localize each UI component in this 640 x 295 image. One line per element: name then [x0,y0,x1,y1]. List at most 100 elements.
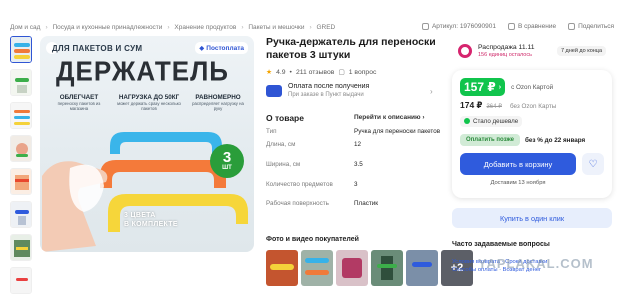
thumbnail[interactable] [10,168,32,195]
article-number[interactable]: Артикул: 1976090901 [421,23,496,30]
regular-price-row: 174 ₽ 364 ₽ без Ozon Карты [460,100,604,111]
pay-later-button[interactable]: Оплатить позже [460,134,520,146]
delivery-date: Доставим 13 ноября [490,180,546,186]
thumbnail[interactable] [10,36,32,63]
rating-sep: • [289,68,292,76]
rating-value: 4.9 [276,68,286,76]
breadcrumb-item[interactable]: Посуда и кухонные принадлежности [52,24,162,31]
cart-row: Добавить в корзину ♡ [460,153,604,175]
customer-photo[interactable] [266,250,298,286]
article-label: Артикул: 1976090901 [431,23,496,30]
customer-photo[interactable] [371,250,403,286]
description-link[interactable]: Перейти к описанию › [354,114,425,121]
ozon-price: 157 ₽ [464,80,496,94]
regular-price: 174 ₽ [460,100,483,110]
feature-title: ОБЛЕГЧАЕТ [59,94,99,101]
postpay-badge: ◆ Постоплата [195,42,248,54]
spec-value: Ручка для переноски пакетов [354,128,441,135]
favorite-button[interactable]: ♡ [582,153,604,175]
share-icon [568,23,576,30]
spec-row: Количество предметов 3 [266,181,446,189]
hero-top-text: ДЛЯ ПАКЕТОВ И СУМ [52,44,143,53]
watermark: YAPLAKAL.COM [478,256,594,271]
copy-icon [421,23,429,30]
badge-label: Постоплата [206,44,244,52]
promo-days: 7 дней до конца [556,46,606,56]
ozon-price-label: с Ozon Картой [511,83,554,91]
payment-option[interactable]: Оплата после получения При заказе в Пунк… [266,83,433,98]
payment-sub: При заказе в Пункт выдачи [288,92,364,98]
down-arrow-icon [464,118,470,124]
pay-later-row: Оплатить позже без % до 22 января [460,134,604,146]
spec-key: Количество предметов [266,180,333,188]
ozon-price-chip[interactable]: 157 ₽ › [460,78,506,96]
thumbnail[interactable] [10,135,32,162]
hero-title: ДЕРЖАТЕЛЬ [56,55,229,87]
old-price: 364 ₽ [486,104,502,110]
thumbnail[interactable] [10,267,32,294]
customer-photo[interactable] [336,250,368,286]
badge-icon: ◆ [199,45,205,52]
spec-row: Ширина, см 3.5 [266,161,446,169]
description-link-label: Перейти к описанию [354,114,421,121]
spec-row: Тип Ручка для переноски пакетов [266,128,446,136]
spec-key: Длина, см [266,140,296,148]
quantity-badge: 3 ШТ [210,144,244,178]
top-actions: Артикул: 1976090901 В сравнение Поделить… [421,23,614,30]
compare-button[interactable]: В сравнение [507,23,556,30]
thumbnail[interactable] [10,234,32,261]
feature-title: РАВНОМЕРНО [195,94,241,101]
breadcrumb-item[interactable]: Пакеты и мешочки [248,24,304,31]
breadcrumb-item[interactable]: Хранение продуктов [174,24,236,31]
buy-one-click-button[interactable]: Купить в один клик [452,208,612,228]
product-title: Ручка-держатель для переноски пакетов 3 … [266,36,436,62]
reviews-link[interactable]: 211 отзывов [296,69,334,76]
spec-value: 3 [354,180,358,188]
sale-logo-icon [458,44,472,58]
add-to-cart-button[interactable]: Добавить в корзину [460,153,576,175]
breadcrumb-sep: › [167,24,170,31]
breadcrumb-sep: › [309,24,312,31]
customer-photo[interactable] [406,250,438,286]
heart-icon: ♡ [588,158,598,170]
share-label: Поделиться [578,23,614,30]
promo-banner[interactable]: Распродажа 11.11 156 единиц осталось 7 д… [452,38,612,64]
hero-feature: РАВНОМЕРНО распределяет нагрузку на руку [190,94,246,112]
customer-photos: +2 [266,250,473,286]
chevron-right-icon: › [430,87,433,96]
feature-sub: распределяет нагрузку на руку [192,101,244,112]
price-drop-label: Стало дешевле [473,117,519,125]
promo-title: Распродажа 11.11 [478,44,535,51]
chevron-right-icon: › [498,83,502,91]
product-main-image[interactable]: ДЛЯ ПАКЕТОВ И СУМ ◆ Постоплата ДЕРЖАТЕЛЬ … [40,36,254,252]
hero-bottom-text: 3 ЦВЕТА В КОМПЛЕКТЕ [124,212,178,230]
breadcrumb-item[interactable]: GRED [316,24,335,31]
spec-value: 12 [354,140,362,148]
rating-row[interactable]: ★ 4.9 • 211 отзывов ▢ 1 вопрос [266,68,377,77]
spec-row: Длина, см 12 [266,141,446,149]
feature-sub: переноску пакетов из магазина [57,101,101,112]
spec-key: Рабочая поверхность [266,200,329,208]
about-heading: О товаре [266,113,304,123]
quantity-unit: ШТ [222,165,232,171]
breadcrumb-sep: › [241,24,244,31]
wallet-icon [266,85,282,97]
buy-box: 157 ₽ › с Ozon Картой 174 ₽ 364 ₽ без Ozo… [452,70,612,198]
spec-value: Пластик [354,200,379,208]
regular-price-label: без Ozon Карты [509,103,557,110]
questions-link[interactable]: 1 вопрос [349,69,377,76]
chevron-right-icon: › [422,114,425,121]
thumbnail-list [10,36,34,295]
share-button[interactable]: Поделиться [568,23,614,30]
thumbnail[interactable] [10,69,32,96]
thumbnail[interactable] [10,201,32,228]
customer-photo[interactable] [301,250,333,286]
breadcrumb-item[interactable]: Дом и сад [10,24,40,31]
thumbnail[interactable] [10,102,32,129]
feature-title: НАГРУЗКА ДО 50КГ [118,94,180,101]
spec-row: Рабочая поверхность Пластик [266,200,446,208]
promo-sub: 156 единиц осталось [478,52,532,58]
price-drop-badge: Стало дешевле [460,115,523,127]
ozon-price-row: 157 ₽ › с Ozon Картой [460,78,604,96]
spec-key: Ширина, см [266,160,301,168]
